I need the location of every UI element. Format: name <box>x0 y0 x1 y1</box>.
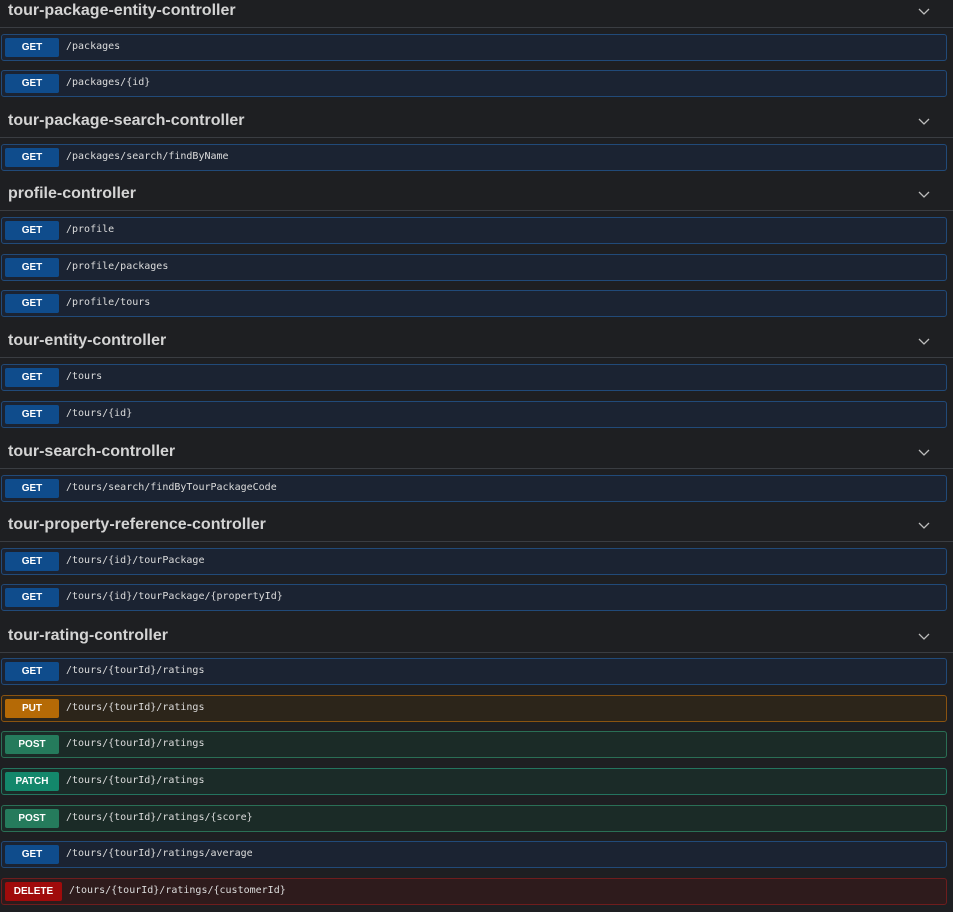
method-badge-patch[interactable]: PATCH <box>5 772 59 791</box>
operation-path[interactable]: /profile/tours <box>66 297 150 308</box>
chevron-down-icon[interactable] <box>917 629 931 643</box>
section-header-tour-search-controller[interactable]: tour-search-controller <box>0 441 953 469</box>
operation-row[interactable]: GET/tours/{id} <box>1 401 947 428</box>
section-header-tour-property-reference-controller[interactable]: tour-property-reference-controller <box>0 514 953 542</box>
method-badge-get[interactable]: GET <box>5 148 59 167</box>
section-header-tour-entity-controller[interactable]: tour-entity-controller <box>0 330 953 358</box>
operation-row[interactable]: GET/packages <box>1 34 947 61</box>
method-badge-put[interactable]: PUT <box>5 699 59 718</box>
chevron-down-icon[interactable] <box>917 518 931 532</box>
operation-path[interactable]: /tours/{tourId}/ratings/{score} <box>66 812 253 823</box>
section-header-tour-rating-controller[interactable]: tour-rating-controller <box>0 625 953 653</box>
section-header-tour-package-search-controller[interactable]: tour-package-search-controller <box>0 110 953 138</box>
operation-row[interactable]: GET/profile/tours <box>1 290 947 317</box>
operation-path[interactable]: /tours/{tourId}/ratings <box>66 775 204 786</box>
operation-path[interactable]: /tours <box>66 371 102 382</box>
operation-row[interactable]: PATCH/tours/{tourId}/ratings <box>1 768 947 795</box>
method-badge-get[interactable]: GET <box>5 845 59 864</box>
operation-row[interactable]: GET/tours/{tourId}/ratings <box>1 658 947 685</box>
chevron-down-icon[interactable] <box>917 334 931 348</box>
operation-path[interactable]: /tours/{tourId}/ratings <box>66 665 204 676</box>
operation-path[interactable]: /tours/{id}/tourPackage <box>66 555 204 566</box>
operation-path[interactable]: /tours/search/findByTourPackageCode <box>66 482 277 493</box>
chevron-down-icon[interactable] <box>917 187 931 201</box>
operation-path[interactable]: /packages/{id} <box>66 77 150 88</box>
section-header-profile-controller[interactable]: profile-controller <box>0 183 953 211</box>
operation-path[interactable]: /tours/{id} <box>66 408 132 419</box>
operation-row[interactable]: GET/profile/packages <box>1 254 947 281</box>
method-badge-post[interactable]: POST <box>5 735 59 754</box>
chevron-down-icon[interactable] <box>917 445 931 459</box>
operation-row[interactable]: POST/tours/{tourId}/ratings/{score} <box>1 805 947 832</box>
operation-row[interactable]: GET/tours/search/findByTourPackageCode <box>1 475 947 502</box>
method-badge-get[interactable]: GET <box>5 479 59 498</box>
operation-row[interactable]: GET/packages/{id} <box>1 70 947 97</box>
method-badge-get[interactable]: GET <box>5 38 59 57</box>
method-badge-get[interactable]: GET <box>5 258 59 277</box>
operation-row[interactable]: GET/tours/{tourId}/ratings/average <box>1 841 947 868</box>
method-badge-get[interactable]: GET <box>5 405 59 424</box>
operation-path[interactable]: /tours/{tourId}/ratings/average <box>66 848 253 859</box>
method-badge-get[interactable]: GET <box>5 368 59 387</box>
method-badge-get[interactable]: GET <box>5 588 59 607</box>
section-title[interactable]: tour-property-reference-controller <box>8 516 266 534</box>
chevron-down-icon[interactable] <box>917 4 931 18</box>
method-badge-get[interactable]: GET <box>5 221 59 240</box>
operation-path[interactable]: /tours/{tourId}/ratings <box>66 738 204 749</box>
operation-path[interactable]: /tours/{tourId}/ratings <box>66 702 204 713</box>
operation-path[interactable]: /packages <box>66 41 120 52</box>
operation-row[interactable]: GET/tours/{id}/tourPackage/{propertyId} <box>1 584 947 611</box>
operation-row[interactable]: GET/tours/{id}/tourPackage <box>1 548 947 575</box>
operation-path[interactable]: /profile <box>66 224 114 235</box>
operation-row[interactable]: POST/tours/{tourId}/ratings <box>1 731 947 758</box>
method-badge-delete[interactable]: DELETE <box>5 882 62 901</box>
section-title[interactable]: tour-entity-controller <box>8 332 166 350</box>
operation-path[interactable]: /tours/{tourId}/ratings/{customerId} <box>69 885 286 896</box>
section-title[interactable]: tour-package-search-controller <box>8 112 245 130</box>
chevron-down-icon[interactable] <box>917 114 931 128</box>
section-header-tour-package-entity-controller[interactable]: tour-package-entity-controller <box>0 0 953 28</box>
operation-row[interactable]: GET/profile <box>1 217 947 244</box>
method-badge-get[interactable]: GET <box>5 552 59 571</box>
method-badge-post[interactable]: POST <box>5 809 59 828</box>
section-title[interactable]: profile-controller <box>8 185 136 203</box>
section-title[interactable]: tour-rating-controller <box>8 627 168 645</box>
api-operations-list: tour-package-entity-controller GET/packag… <box>0 0 953 912</box>
method-badge-get[interactable]: GET <box>5 74 59 93</box>
method-badge-get[interactable]: GET <box>5 662 59 681</box>
operation-row[interactable]: GET/packages/search/findByName <box>1 144 947 171</box>
method-badge-get[interactable]: GET <box>5 294 59 313</box>
operation-row[interactable]: PUT/tours/{tourId}/ratings <box>1 695 947 722</box>
operation-row[interactable]: DELETE/tours/{tourId}/ratings/{customerI… <box>1 878 947 905</box>
operation-path[interactable]: /tours/{id}/tourPackage/{propertyId} <box>66 591 283 602</box>
section-title[interactable]: tour-search-controller <box>8 443 175 461</box>
section-title[interactable]: tour-package-entity-controller <box>8 2 236 20</box>
operation-path[interactable]: /profile/packages <box>66 261 168 272</box>
operation-row[interactable]: GET/tours <box>1 364 947 391</box>
operation-path[interactable]: /packages/search/findByName <box>66 151 229 162</box>
